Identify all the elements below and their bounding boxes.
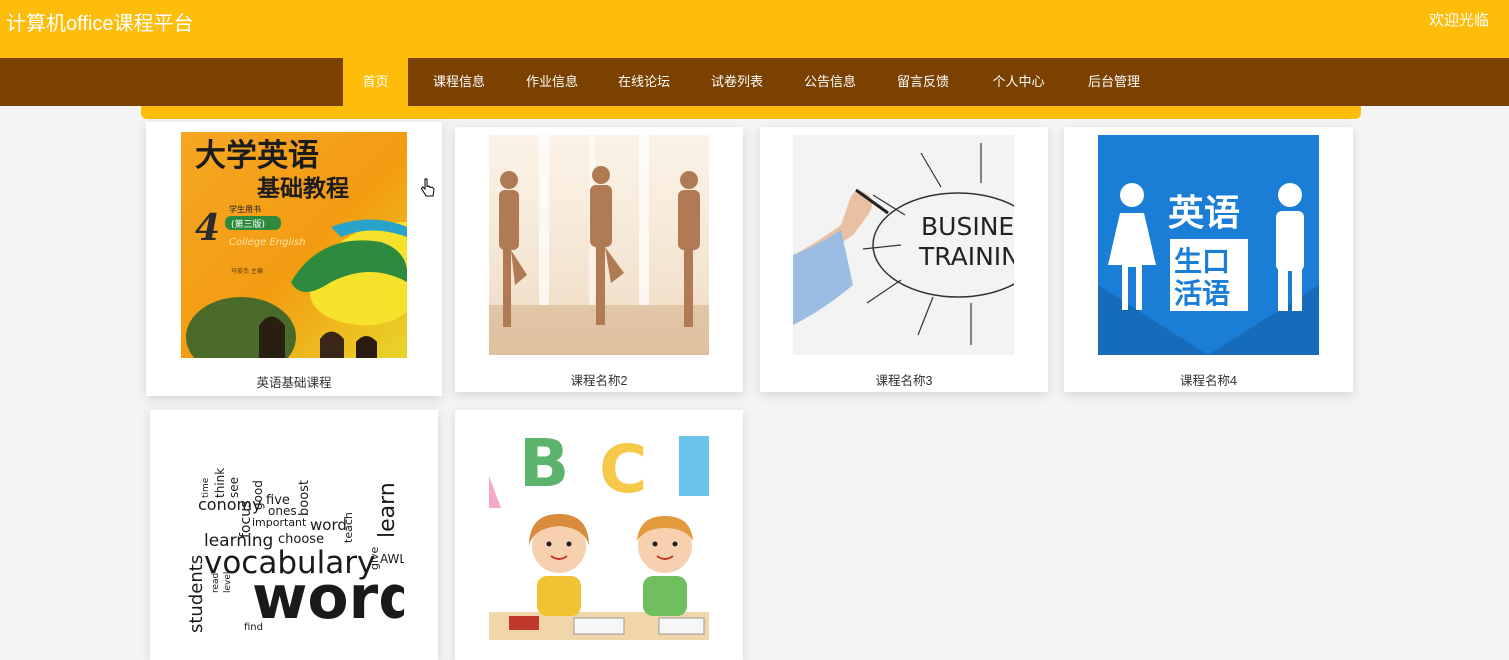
course-card[interactable]: 课程名称2 — [455, 127, 743, 392]
svg-text:read: read — [211, 573, 221, 593]
svg-text:find: find — [244, 622, 263, 633]
course-card[interactable]: word vocabulary learning conomy importan… — [150, 410, 438, 660]
nav-item-course-info[interactable]: 课程信息 — [413, 58, 505, 106]
site-title[interactable]: 计算机office课程平台 — [6, 7, 193, 36]
nav-item-announcements[interactable]: 公告信息 — [785, 58, 875, 106]
english-spoken-language-image[interactable]: 英语 生口 活语 — [1098, 135, 1319, 355]
banner-strip — [141, 106, 1361, 119]
svg-text:(第三版): (第三版) — [231, 218, 265, 230]
nav-item-home[interactable]: 首页 — [343, 58, 408, 106]
course-title[interactable]: 课程名称3 — [760, 370, 1048, 389]
business-training-image[interactable]: BUSINES TRAININ — [793, 135, 1014, 355]
nav-item-admin[interactable]: 后台管理 — [1068, 58, 1160, 106]
course-card[interactable]: 大学英语 基础教程 学生用书 4 (第三版) College English 马… — [146, 122, 442, 396]
course-card[interactable]: 英语 生口 活语 课程名称4 — [1064, 127, 1353, 392]
svg-text:生口: 生口 — [1174, 245, 1230, 278]
svg-text:英语: 英语 — [1168, 193, 1240, 234]
svg-text:马俊杰 主编: 马俊杰 主编 — [231, 267, 263, 275]
svg-text:level: level — [223, 572, 233, 593]
svg-text:ones: ones — [268, 504, 297, 518]
svg-text:good: good — [251, 480, 265, 510]
svg-text:time: time — [201, 477, 211, 498]
course-title[interactable]: 课程名称4 — [1064, 370, 1353, 389]
mouse-pointer-icon — [420, 178, 436, 203]
svg-text:TRAININ: TRAININ — [918, 242, 1014, 271]
course-title[interactable]: 课程名称2 — [455, 370, 743, 389]
svg-text:C: C — [599, 431, 647, 508]
svg-text:boost: boost — [297, 480, 312, 516]
svg-text:B: B — [519, 425, 569, 502]
svg-text:学生用书: 学生用书 — [229, 204, 261, 214]
svg-text:teach: teach — [342, 512, 355, 543]
svg-text:AWL: AWL — [380, 552, 404, 566]
top-header: 计算机office课程平台 欢迎光临 — [0, 0, 1509, 58]
textbook-cover-image[interactable]: 大学英语 基础教程 学生用书 4 (第三版) College English 马… — [181, 132, 407, 358]
nav-item-personal-center[interactable]: 个人中心 — [971, 58, 1066, 106]
svg-text:students: students — [186, 555, 207, 633]
nav-item-feedback[interactable]: 留言反馈 — [877, 58, 969, 106]
nav-item-homework[interactable]: 作业信息 — [507, 58, 597, 106]
welcome-text: 欢迎光临 — [1428, 12, 1489, 29]
svg-text:think: think — [213, 468, 227, 498]
nav-item-exam-list[interactable]: 试卷列表 — [691, 58, 783, 106]
svg-text:活语: 活语 — [1174, 277, 1230, 310]
course-title[interactable]: 英语基础课程 — [146, 372, 442, 391]
svg-text:BUSINES: BUSINES — [921, 212, 1014, 241]
svg-text:see: see — [227, 477, 241, 498]
svg-text:大学英语: 大学英语 — [195, 138, 319, 174]
svg-text:College English: College English — [229, 237, 306, 248]
main-nav: 首页 课程信息 作业信息 在线论坛 试卷列表 公告信息 留言反馈 个人中心 后台… — [0, 58, 1509, 106]
svg-text:基础教程: 基础教程 — [257, 175, 349, 202]
svg-text:4: 4 — [195, 207, 220, 249]
course-card[interactable]: B C — [455, 410, 743, 660]
yoga-class-photo[interactable] — [489, 135, 709, 355]
vocabulary-word-cloud-image[interactable]: word vocabulary learning conomy importan… — [182, 418, 404, 643]
nav-item-forum[interactable]: 在线论坛 — [599, 58, 689, 106]
svg-text:choose: choose — [278, 532, 324, 547]
svg-text:learn: learn — [375, 482, 400, 538]
abc-kids-cartoon-image[interactable]: B C — [489, 416, 709, 640]
course-card[interactable]: BUSINES TRAININ 课程名称3 — [760, 127, 1048, 392]
